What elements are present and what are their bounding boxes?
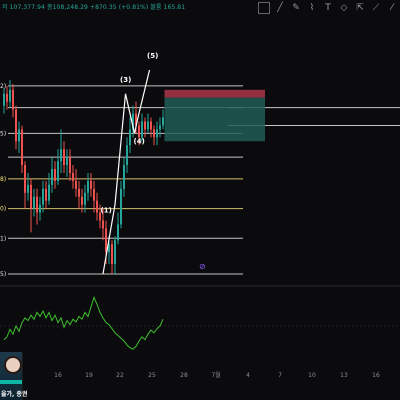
text-icon[interactable]: T <box>322 2 334 14</box>
fib-level-label: 0) <box>0 206 6 213</box>
candle-body <box>144 121 146 130</box>
candle-body <box>21 129 23 166</box>
candle-body <box>18 129 20 142</box>
candle-body <box>129 129 131 146</box>
candle-body <box>66 157 68 166</box>
candle-body <box>150 121 152 130</box>
brush-icon[interactable]: ⟋ <box>370 2 382 14</box>
x-axis-tick-label: 19 <box>85 372 93 379</box>
candle-body <box>147 121 149 130</box>
candle-body <box>3 93 5 106</box>
candle-body <box>12 89 14 110</box>
fib-level-label: 1) <box>0 235 6 242</box>
candle-body <box>105 228 107 253</box>
candle-body <box>24 165 26 193</box>
candle-body <box>162 117 164 126</box>
candle-body <box>39 204 41 213</box>
toolbar-frame-icon[interactable] <box>258 2 270 14</box>
candle-body <box>36 196 38 213</box>
wave-label: (5) <box>147 52 158 60</box>
x-axis-tick-label: 7 <box>278 372 282 379</box>
measure-icon[interactable]: ⇱ <box>354 2 366 14</box>
x-axis-tick-label: 22 <box>116 372 124 379</box>
fib-level-label: 8) <box>0 176 6 183</box>
target-zone <box>164 97 265 142</box>
candle-body <box>15 109 17 142</box>
candle-body <box>42 188 44 205</box>
pencil-icon[interactable]: ✎ <box>290 2 302 14</box>
x-axis-tick-label: 25 <box>148 372 156 379</box>
candle-body <box>78 188 80 197</box>
candle-body <box>87 180 89 193</box>
streamer-avatar: 을가, 종권 <box>0 352 27 400</box>
candle-body <box>60 149 62 162</box>
candle-body <box>30 184 32 209</box>
x-axis-tick-label: 16 <box>54 372 62 379</box>
wave-label: (3) <box>120 76 131 84</box>
candle-body <box>54 169 56 181</box>
trendline-icon[interactable]: ╱ <box>274 2 286 14</box>
candle-body <box>96 200 98 213</box>
replay-marker-icon: ⊘ <box>199 262 206 271</box>
candle-body <box>90 180 92 189</box>
price-chart[interactable]: 2) 5) 8) 0) 1) 5) (1) (3) (4) (5) ⊘ 16 19 22 25 28 7월 4 7 1… <box>0 0 400 400</box>
stop-loss-zone <box>164 89 265 98</box>
candle-body <box>141 121 143 138</box>
avatar-face <box>4 356 22 374</box>
candle-body <box>114 240 116 265</box>
magnet-icon[interactable]: ⌇ <box>306 2 318 14</box>
candle-body <box>27 184 29 193</box>
x-axis-tick-label: 10 <box>308 372 316 379</box>
x-axis-tick-label: 13 <box>340 372 348 379</box>
candle-body <box>93 188 95 201</box>
candle-body <box>117 224 119 241</box>
candle-body <box>81 196 83 205</box>
candle-body <box>120 188 122 225</box>
candle-body <box>102 220 104 229</box>
x-axis-tick-label: 16 <box>372 372 380 379</box>
candle-body <box>123 165 125 189</box>
x-axis-tick-label: 7월 <box>211 371 220 379</box>
candle-body <box>48 184 50 201</box>
candle-body <box>57 161 59 181</box>
candle-body <box>63 149 65 166</box>
fib-level-label: 2) <box>0 83 6 90</box>
wave-label: (4) <box>134 137 145 145</box>
candle-body <box>84 192 86 205</box>
candle-body <box>9 89 11 102</box>
candle-body <box>111 244 113 265</box>
candle-body <box>156 129 158 138</box>
avatar-caption: 을가, 종권 <box>1 391 28 398</box>
ruler-icon[interactable]: ⁄ <box>386 2 398 14</box>
candle-body <box>69 157 71 173</box>
fib-level-label: 5) <box>0 130 6 137</box>
ohlc-readout: 저 107,377.94 종108,248.29 +870.35 (+0.81%… <box>2 4 186 11</box>
wave-label: (1) <box>101 207 112 215</box>
chart-window: { "header": { "ohlc_text": "저 107,377.94… <box>0 0 400 400</box>
candle-body <box>45 188 47 201</box>
drawing-toolbar: ╱ ✎ ⌇ T ◇ ⇱ ⟋ ⁄ <box>258 0 400 16</box>
candle-body <box>6 93 8 102</box>
x-axis-tick-label: 28 <box>180 372 188 379</box>
candle-body <box>138 125 140 138</box>
elliott-wave-line <box>102 69 151 275</box>
candle-body <box>51 169 53 185</box>
avatar-banner <box>0 380 22 384</box>
x-axis-tick-label: 4 <box>246 372 250 379</box>
oscillator-line <box>3 296 164 350</box>
candle-body <box>72 172 74 181</box>
fib-level-label: 5) <box>0 271 6 278</box>
shape-icon[interactable]: ◇ <box>338 2 350 14</box>
candle-body <box>159 125 161 130</box>
candle-body <box>75 180 77 189</box>
candle-body <box>33 196 35 209</box>
candle-body <box>126 145 128 166</box>
candle-body <box>153 129 155 138</box>
